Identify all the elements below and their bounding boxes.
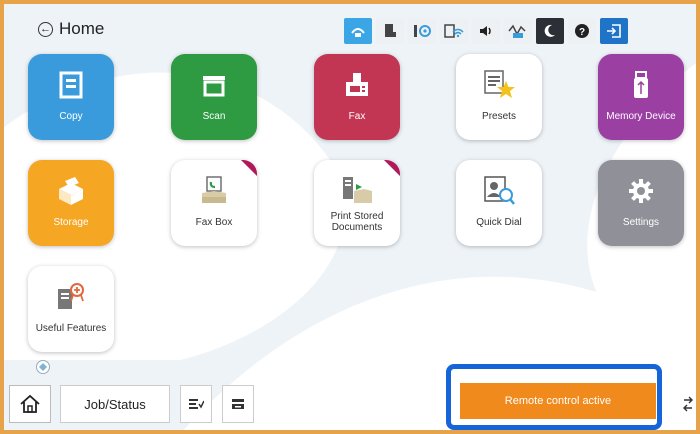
home-title: Home — [59, 19, 105, 38]
job-status-label: Job/Status — [84, 396, 146, 412]
fax-tile[interactable]: Fax — [314, 54, 400, 140]
copy-icon — [58, 68, 84, 102]
copy-label: Copy — [59, 111, 83, 122]
help-icon[interactable]: ? — [568, 18, 596, 44]
svg-text:?: ? — [579, 27, 585, 38]
home-icon — [20, 394, 40, 413]
scan-tile[interactable]: Scan — [171, 54, 257, 140]
useful-features-label: Useful Features — [35, 323, 107, 334]
sleep-icon[interactable] — [536, 18, 564, 44]
wired-lan-icon[interactable] — [504, 18, 532, 44]
scan-label: Scan — [202, 111, 226, 122]
remote-control-label: Remote control active — [504, 395, 612, 407]
printer-status-button[interactable] — [222, 385, 254, 423]
back-arrow-icon: ← — [38, 21, 53, 37]
remote-control-active-button[interactable]: Remote control active — [460, 383, 656, 419]
storage-label: Storage — [53, 217, 89, 228]
home-button[interactable] — [9, 385, 51, 423]
job-list-button[interactable] — [180, 385, 212, 423]
storage-tile[interactable]: Storage — [28, 160, 114, 246]
printer-control-panel: ← Home ? Copy Scan Fax Presets Memory De… — [0, 0, 700, 434]
printer-status-icon — [232, 399, 244, 409]
print-stored-label-line1: Print Stored — [330, 211, 384, 222]
wifi-icon[interactable] — [440, 18, 468, 44]
job-list-icon — [189, 399, 204, 409]
print-stored-documents-label: Print Stored Documents — [314, 211, 400, 233]
settings-tile[interactable]: Settings — [598, 160, 684, 246]
printer-ink-icon[interactable] — [376, 18, 404, 44]
presets-tile[interactable]: Presets — [456, 54, 542, 140]
header-bar: ← Home ? — [8, 8, 696, 46]
copy-tile[interactable]: Copy — [28, 54, 114, 140]
side-arrows-icon[interactable] — [682, 394, 694, 414]
quick-dial-label: Quick Dial — [476, 217, 522, 228]
job-status-button[interactable]: Job/Status — [60, 385, 170, 423]
quick-dial-icon — [482, 174, 516, 208]
settings-label: Settings — [622, 217, 660, 228]
print-stored-label-line2: Documents — [331, 222, 383, 233]
presets-label: Presets — [482, 111, 516, 122]
print-stored-corner-badge — [384, 160, 400, 176]
memory-device-icon — [630, 68, 652, 102]
wifi-direct-icon[interactable] — [344, 18, 372, 44]
scroll-indicator-icon[interactable] — [36, 360, 50, 374]
fax-box-label: Fax Box — [195, 217, 233, 228]
fax-box-corner-badge — [241, 160, 257, 176]
battery-info-icon[interactable] — [408, 18, 436, 44]
memory-device-label: Memory Device — [606, 111, 676, 122]
print-stored-documents-icon — [340, 174, 374, 208]
print-stored-documents-tile[interactable]: Print Stored Documents — [314, 160, 400, 246]
memory-device-tile[interactable]: Memory Device — [598, 54, 684, 140]
fax-icon — [342, 68, 372, 102]
home-back-button[interactable]: ← Home — [38, 19, 104, 39]
storage-icon — [55, 174, 87, 208]
settings-icon — [626, 174, 656, 208]
login-icon[interactable] — [600, 18, 628, 44]
presets-icon — [482, 68, 516, 102]
fax-box-tile[interactable]: Fax Box — [171, 160, 257, 246]
useful-features-tile[interactable]: Useful Features — [28, 266, 114, 352]
fax-box-icon — [199, 174, 229, 208]
speaker-icon[interactable] — [472, 18, 500, 44]
scan-icon — [199, 68, 229, 102]
status-icons-bar: ? — [344, 18, 628, 44]
quick-dial-tile[interactable]: Quick Dial — [456, 160, 542, 246]
fax-label: Fax — [348, 111, 366, 122]
useful-features-icon — [55, 280, 87, 314]
